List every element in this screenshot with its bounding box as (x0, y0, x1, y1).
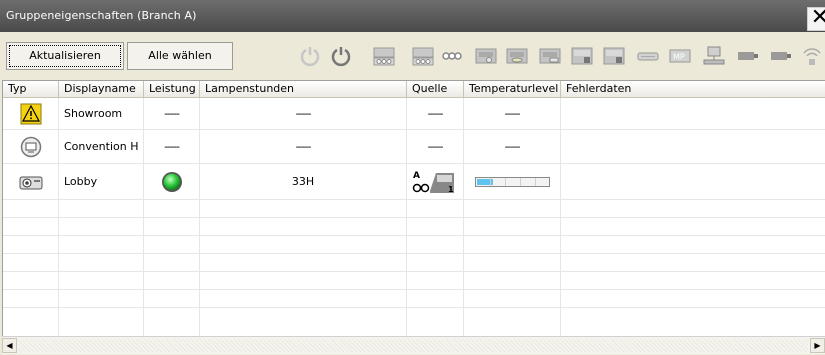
title-bar: Gruppeneigenschaften (Branch A) (0, 0, 825, 32)
input-svideo-icon[interactable] (505, 44, 529, 68)
svg-text:1: 1 (448, 185, 454, 194)
close-button[interactable]: ✕ (807, 7, 825, 31)
scrollbar-track[interactable] (18, 339, 808, 352)
table-row (3, 308, 825, 337)
input-mp-icon[interactable]: MP (668, 44, 692, 68)
power-on-icon[interactable] (329, 44, 353, 68)
temperature-level-bar (464, 164, 561, 199)
error-data-cell (561, 98, 825, 129)
col-header-source[interactable]: Quelle (407, 81, 464, 98)
warning-projector-icon (3, 98, 59, 129)
svg-text:A: A (413, 171, 420, 181)
group-properties-window: Gruppeneigenschaften (Branch A) Aktualis… (0, 0, 825, 355)
source-cell: ----- (407, 98, 464, 129)
projector-table: Typ Displayname Leistung Lampenstunden Q… (2, 80, 825, 337)
table-row[interactable]: Convention H ----- ----- ----- ----- (3, 130, 825, 164)
input-video-icon[interactable] (474, 44, 498, 68)
input-dvi-2-icon[interactable] (769, 44, 793, 68)
select-all-button[interactable]: Alle wählen (127, 42, 233, 70)
table-row[interactable]: Showroom ----- ----- ----- ----- (3, 98, 825, 130)
displayname-cell: Showroom (59, 98, 144, 129)
table-row (3, 200, 825, 218)
col-header-error-data[interactable]: Fehlerdaten (561, 81, 825, 98)
lamp-hours-cell: ----- (200, 98, 407, 129)
table-row (3, 272, 825, 290)
input-comp-1-icon[interactable] (372, 44, 396, 68)
scroll-left-arrow-icon[interactable]: ◀ (2, 338, 17, 353)
table-row (3, 290, 825, 308)
col-header-type[interactable]: Typ (3, 81, 59, 98)
input-hdmi-icon[interactable] (538, 44, 562, 68)
wireless-icon[interactable] (800, 44, 824, 68)
offline-projector-icon (3, 130, 59, 163)
temperature-cell: ----- (464, 98, 561, 129)
col-header-displayname[interactable]: Displayname (59, 81, 144, 98)
input-dvi-1-icon[interactable] (736, 44, 760, 68)
refresh-button[interactable]: Aktualisieren (6, 42, 124, 70)
lamp-hours-cell: 33H (200, 164, 407, 199)
power-cell: ----- (144, 98, 200, 129)
svg-text:MP: MP (673, 53, 685, 62)
scroll-right-arrow-icon[interactable]: ▶ (810, 338, 825, 353)
horizontal-scrollbar[interactable]: ◀ ▶ (2, 336, 825, 354)
source-cell: ----- (407, 130, 464, 163)
projector-icon (3, 164, 59, 199)
power-on-led-icon (144, 164, 200, 199)
error-data-cell (561, 164, 825, 199)
input-rgb-1-icon[interactable] (570, 44, 594, 68)
input-rgb-2-icon[interactable] (602, 44, 626, 68)
col-header-lamp-hours[interactable]: Lampenstunden (200, 81, 407, 98)
input-bnc-icon[interactable] (636, 44, 660, 68)
window-title: Gruppeneigenschaften (Branch A) (6, 9, 197, 22)
input-extra-icon[interactable] (440, 44, 464, 68)
error-data-cell (561, 130, 825, 163)
input-a-rgb1-icon: A1 (407, 164, 464, 199)
temperature-cell: ----- (464, 130, 561, 163)
toolbar: Aktualisieren Alle wählen MP (0, 32, 825, 79)
col-header-power[interactable]: Leistung (144, 81, 200, 98)
power-cell: ----- (144, 130, 200, 163)
table-row (3, 254, 825, 272)
table-row[interactable]: Lobby 33H A1 (3, 164, 825, 200)
col-header-temperature[interactable]: Temperaturlevel (464, 81, 561, 98)
displayname-cell: Convention H (59, 130, 144, 163)
power-off-icon[interactable] (298, 44, 322, 68)
lamp-hours-cell: ----- (200, 130, 407, 163)
displayname-cell: Lobby (59, 164, 144, 199)
input-comp-2-icon[interactable] (411, 44, 435, 68)
network-icon[interactable] (702, 44, 726, 68)
table-row (3, 236, 825, 254)
table-row (3, 218, 825, 236)
